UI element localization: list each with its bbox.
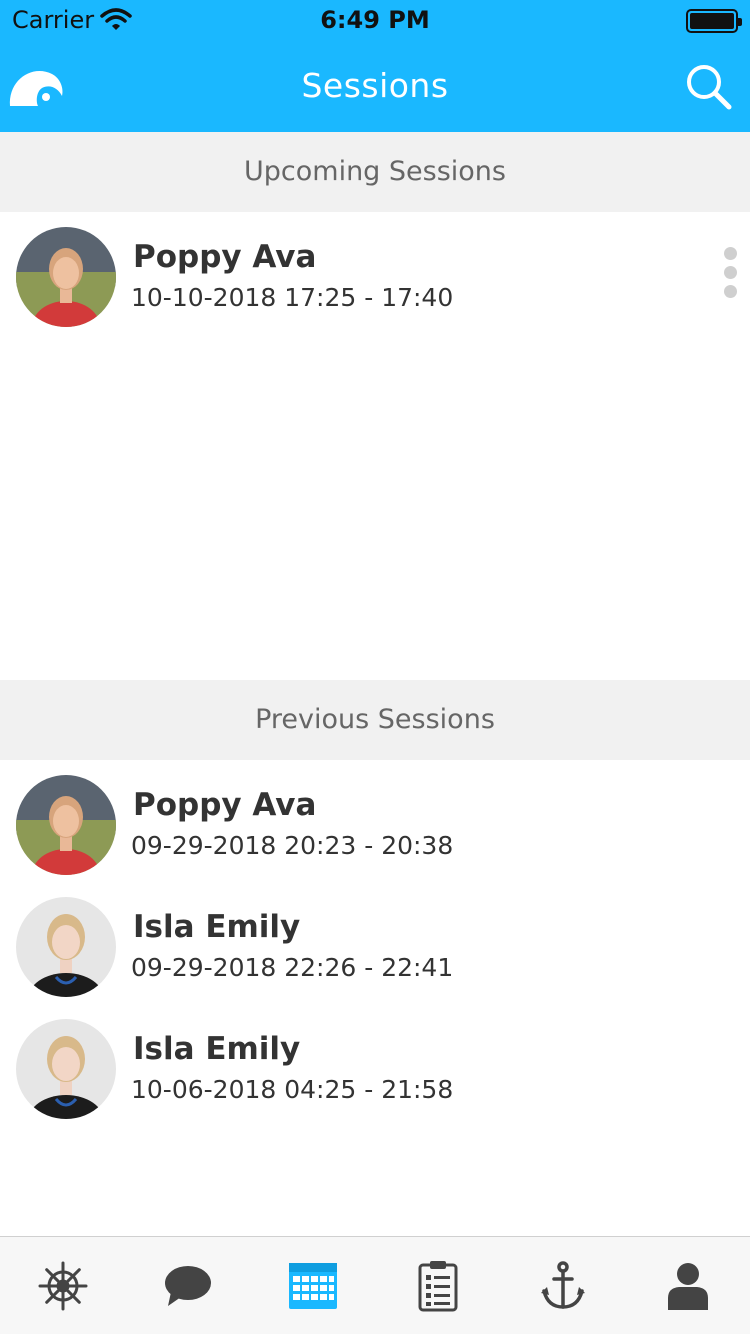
session-row-previous-2[interactable]: Isla Emily 09-29-2018 22:26 - 22:41 [0, 897, 750, 1017]
clock-time: 6:49 PM [320, 6, 430, 34]
tab-chat[interactable] [125, 1237, 250, 1334]
session-name: Isla Emily [133, 1031, 301, 1067]
tab-bar [0, 1236, 750, 1334]
session-time: 09-29-2018 22:26 - 22:41 [131, 953, 454, 982]
anchor-icon [540, 1261, 585, 1309]
session-name: Poppy Ava [133, 787, 317, 823]
session-row-upcoming-1[interactable]: Poppy Ava 10-10-2018 17:25 - 17:40 [0, 227, 750, 347]
session-time: 10-10-2018 17:25 - 17:40 [131, 283, 454, 312]
session-row-previous-3[interactable]: Isla Emily 10-06-2018 04:25 - 21:58 [0, 1019, 750, 1139]
wifi-icon [100, 8, 132, 36]
carrier-label: Carrier [12, 6, 95, 34]
tab-anchor[interactable] [500, 1237, 625, 1334]
section-header-upcoming: Upcoming Sessions [0, 132, 750, 212]
more-options-icon[interactable] [722, 247, 738, 303]
tab-profile[interactable] [625, 1237, 750, 1334]
session-time: 09-29-2018 20:23 - 20:38 [131, 831, 454, 860]
status-bar: Carrier 6:49 PM [0, 0, 750, 40]
person-icon [667, 1263, 708, 1310]
header: Carrier 6:49 PM Sessions [0, 0, 750, 132]
page-title-text: Sessions [301, 66, 449, 105]
search-button[interactable] [684, 62, 734, 112]
search-icon [687, 65, 732, 110]
nav-bar: Sessions [0, 40, 750, 132]
session-name: Isla Emily [133, 909, 301, 945]
helm-icon [38, 1261, 87, 1311]
avatar [16, 1019, 116, 1119]
checklist-icon [418, 1261, 457, 1312]
avatar [16, 227, 116, 327]
chat-bubble-icon [164, 1266, 211, 1306]
avatar [16, 775, 116, 875]
session-name: Poppy Ava [133, 239, 317, 275]
section-header-previous: Previous Sessions [0, 680, 750, 760]
session-time: 10-06-2018 04:25 - 21:58 [131, 1075, 454, 1104]
tab-helm[interactable] [0, 1237, 125, 1334]
page-title: Sessions [0, 66, 750, 105]
tab-checklist[interactable] [375, 1237, 500, 1334]
calendar-icon [288, 1263, 337, 1309]
avatar [16, 897, 116, 997]
wave-logo-icon[interactable] [8, 62, 64, 108]
tab-calendar[interactable] [250, 1237, 375, 1334]
session-row-previous-1[interactable]: Poppy Ava 09-29-2018 20:23 - 20:38 [0, 775, 750, 895]
battery-icon [686, 9, 742, 33]
